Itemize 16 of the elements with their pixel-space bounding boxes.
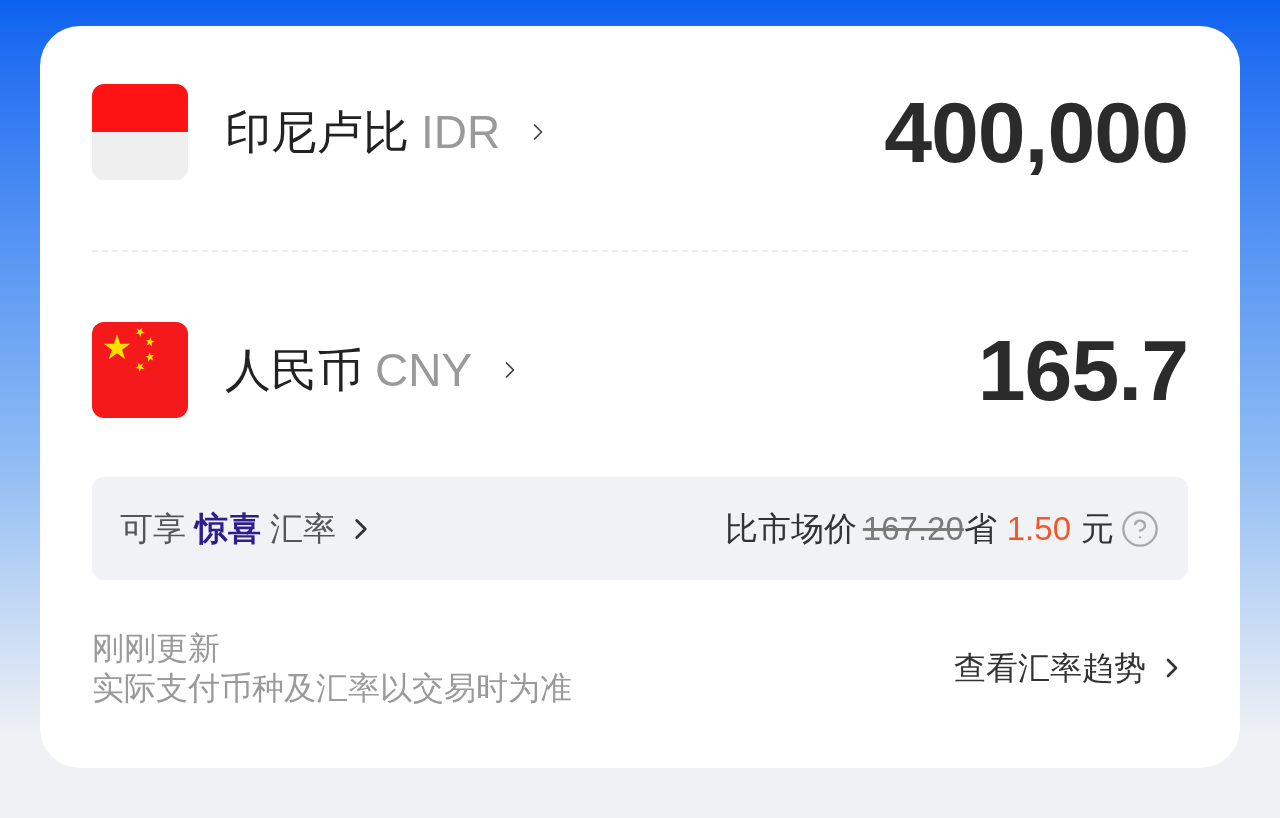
savings-amount: 1.50 bbox=[1006, 512, 1071, 545]
currency-unit: 元 bbox=[1081, 512, 1114, 545]
rate-trend-link[interactable]: 查看汇率趋势 bbox=[954, 652, 1188, 684]
comparison-label: 比市场价 bbox=[724, 512, 857, 545]
help-icon[interactable] bbox=[1120, 508, 1160, 549]
currency-selector[interactable]: 印尼卢比 IDR bbox=[225, 109, 553, 155]
disclaimer-text: 实际支付币种及汇率以交易时为准 bbox=[92, 669, 572, 708]
rate-offer-link[interactable]: 可享 惊喜 汇率 bbox=[120, 511, 379, 546]
currency-selector[interactable]: 人民币 CNY bbox=[225, 347, 525, 393]
china-flag-icon bbox=[92, 322, 188, 418]
amount-value: 165.7 bbox=[977, 327, 1188, 413]
market-price: 167.20 bbox=[862, 512, 964, 545]
update-status-text: 刚刚更新 bbox=[92, 629, 221, 668]
indonesia-flag-icon bbox=[92, 84, 188, 180]
savings-label: 省 bbox=[963, 512, 997, 545]
amount-value: 400,000 bbox=[884, 89, 1188, 175]
